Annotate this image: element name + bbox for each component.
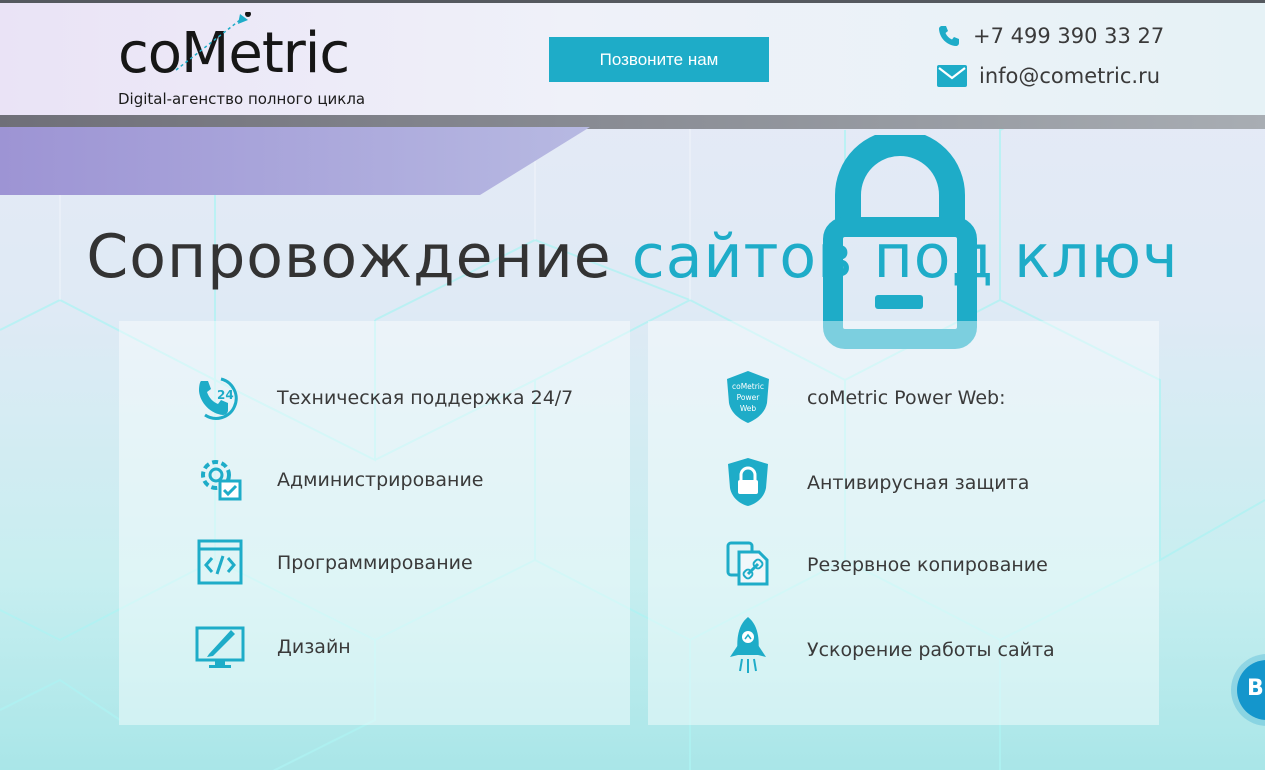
phone-number: +7 499 390 33 27: [973, 24, 1165, 48]
header-purple-band: [0, 127, 590, 195]
support-24-icon: 24: [192, 371, 248, 427]
logo-tagline: Digital-агенство полного цикла: [118, 90, 366, 108]
admin-gear-icon: [192, 451, 248, 507]
backup-icon: [720, 536, 776, 592]
list-item-speedup: Ускорение работы сайта: [648, 617, 1159, 681]
phone-icon: [937, 24, 961, 48]
power-web-shield-icon: coMetric Power Web: [720, 369, 776, 425]
list-item-admin: Администрирование: [119, 451, 630, 511]
list-item-label: Ускорение работы сайта: [807, 639, 1055, 661]
email-address: info@cometric.ru: [979, 64, 1161, 88]
list-item-backup: Резервное копирование: [648, 536, 1159, 596]
list-item-label: Дизайн: [277, 636, 351, 658]
envelope-icon: [937, 65, 967, 87]
list-item-label: Программирование: [277, 552, 473, 574]
hero-title-main: Сопровождение: [86, 222, 612, 292]
services-card-right: coMetric Power Web coMetric Power Web: А…: [648, 321, 1159, 725]
svg-text:24: 24: [217, 388, 234, 402]
call-us-button[interactable]: Позвоните нам: [549, 37, 769, 82]
list-item-design: Дизайн: [119, 618, 630, 678]
list-item-antivirus: Антивирусная защита: [648, 454, 1159, 514]
header-email[interactable]: info@cometric.ru: [937, 64, 1160, 88]
code-icon: [192, 534, 248, 590]
list-item-programming: Программирование: [119, 534, 630, 594]
logo-comet-arrow-icon: [175, 12, 251, 71]
list-item-power-web: coMetric Power Web coMetric Power Web:: [648, 369, 1159, 429]
hero-title: Сопровождение сайтов под ключ: [0, 222, 1265, 292]
design-monitor-icon: [192, 618, 248, 674]
header-phone[interactable]: +7 499 390 33 27: [937, 24, 1164, 48]
list-item-support: 24 Техническая поддержка 24/7: [119, 369, 630, 429]
list-item-label: Резервное копирование: [807, 554, 1048, 576]
hero-title-accent: сайтов под ключ: [631, 222, 1179, 292]
badge-line-3: Web: [740, 404, 757, 413]
list-item-label: Техническая поддержка 24/7: [277, 387, 574, 409]
rocket-icon: [720, 617, 776, 673]
site-logo[interactable]: coMetric Digital-агенство полного цикла: [118, 12, 408, 112]
list-item-label: coMetric Power Web:: [807, 387, 1006, 409]
services-card-left: 24 Техническая поддержка 24/7 Администри…: [119, 321, 630, 725]
badge-line-2: Power: [737, 393, 761, 402]
list-item-label: Администрирование: [277, 469, 484, 491]
list-item-label: Антивирусная защита: [807, 472, 1030, 494]
antivirus-lock-icon: [720, 454, 776, 510]
badge-line-1: coMetric: [732, 382, 764, 391]
chat-widget-label: В: [1247, 676, 1264, 701]
